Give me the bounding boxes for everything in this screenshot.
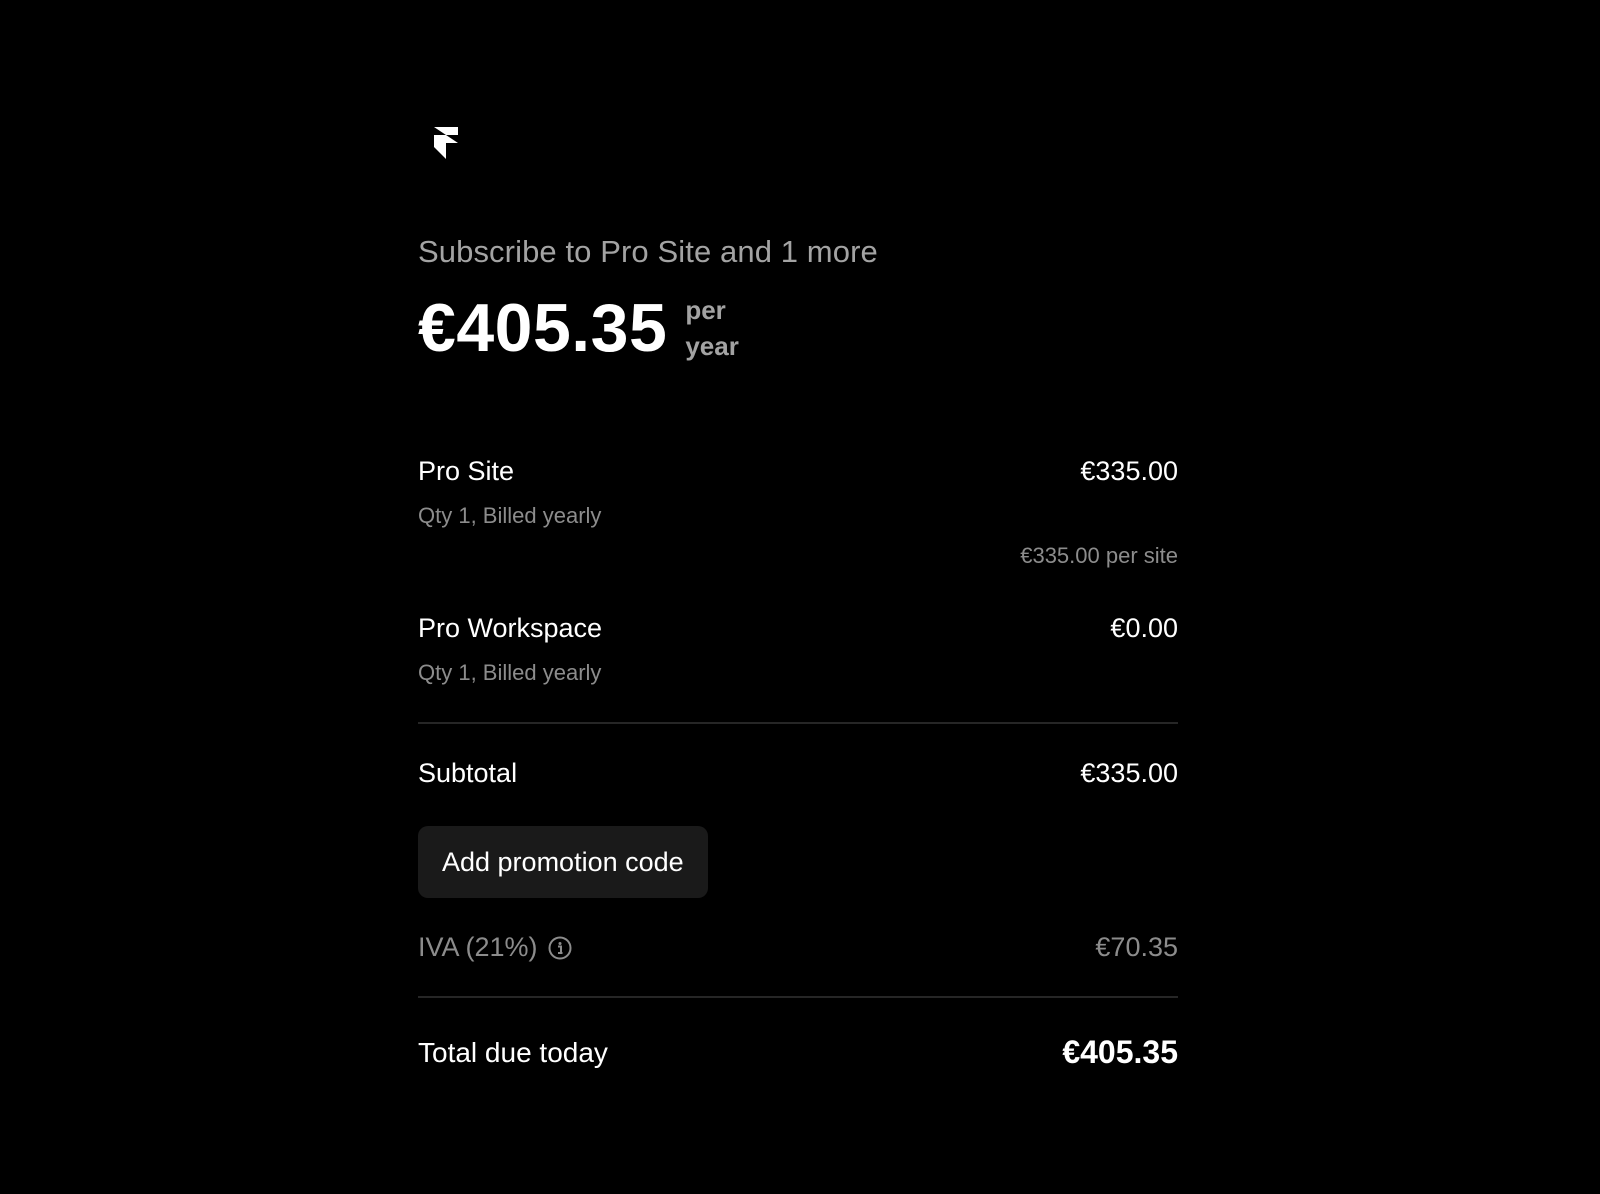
subtotal-label: Subtotal — [418, 758, 518, 788]
total-row: Total due today €405.35 — [418, 1034, 1178, 1071]
item-unit-price: €335.00 per site — [1020, 543, 1178, 568]
total-price: €405.35 — [418, 290, 668, 366]
period-line-2: year — [685, 331, 739, 361]
item-amount: €0.00 — [1110, 613, 1178, 643]
line-item-pro-workspace-detail: Qty 1, Billed yearly — [418, 660, 1178, 686]
line-item-pro-workspace: Pro Workspace €0.00 — [418, 613, 1178, 644]
tax-row: IVA (21%) €70.35 — [418, 932, 1178, 963]
tax-label: IVA (21%) — [418, 932, 538, 962]
framer-logo-icon — [434, 127, 458, 159]
price-header: €405.35 per year — [418, 288, 739, 368]
item-name: Pro Workspace — [418, 613, 603, 643]
divider — [418, 722, 1178, 724]
checkout-subtitle: Subscribe to Pro Site and 1 more — [418, 234, 878, 269]
line-item-pro-site-detail: Qty 1, Billed yearly — [418, 503, 1178, 529]
tax-amount: €70.35 — [1095, 932, 1178, 962]
item-name: Pro Site — [418, 456, 515, 486]
divider — [418, 996, 1178, 998]
period-line-1: per — [685, 295, 726, 325]
line-item-pro-site-unit-price: €335.00 per site — [418, 543, 1178, 569]
total-label: Total due today — [418, 1036, 608, 1068]
checkout-summary-page: Subscribe to Pro Site and 1 more €405.35… — [0, 0, 1600, 1194]
tax-label-group: IVA (21%) — [418, 932, 572, 963]
subtotal-amount: €335.00 — [1080, 758, 1178, 788]
item-detail: Qty 1, Billed yearly — [418, 660, 602, 685]
line-item-pro-site: Pro Site €335.00 — [418, 456, 1178, 487]
info-icon[interactable] — [548, 936, 572, 960]
item-detail: Qty 1, Billed yearly — [418, 503, 602, 528]
total-amount: €405.35 — [1062, 1034, 1178, 1070]
item-amount: €335.00 — [1080, 456, 1178, 486]
billing-period: per year — [685, 292, 739, 364]
add-promotion-code-button[interactable]: Add promotion code — [418, 826, 708, 898]
subtotal-row: Subtotal €335.00 — [418, 758, 1178, 789]
